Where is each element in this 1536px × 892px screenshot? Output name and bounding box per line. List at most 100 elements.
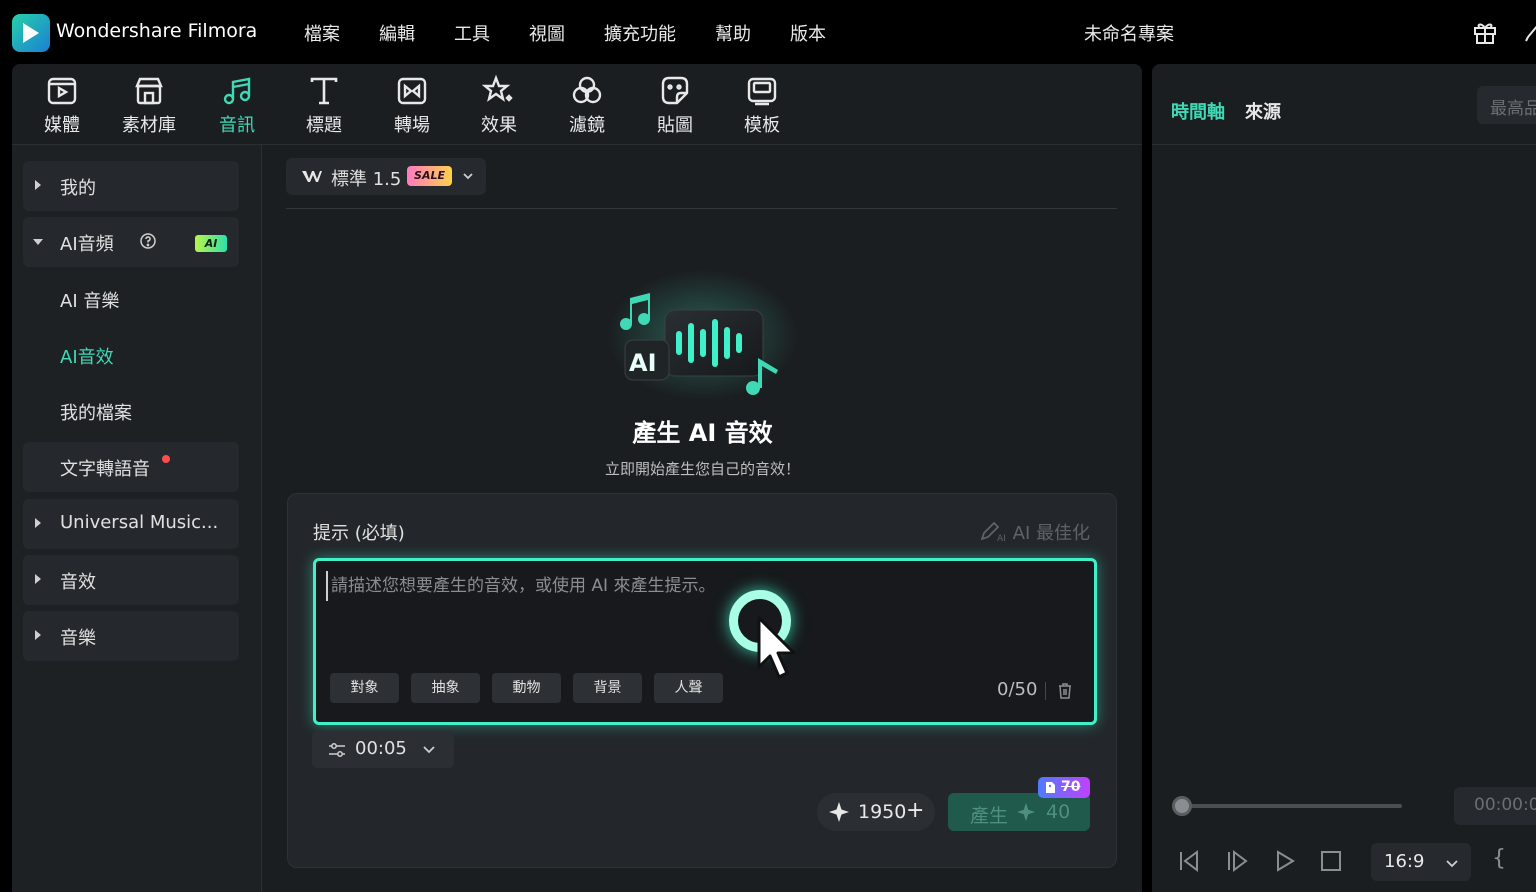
tool-audio[interactable]: 音訊	[201, 74, 273, 137]
sale-badge: SALE	[407, 166, 452, 186]
next-frame-icon[interactable]	[1224, 848, 1250, 874]
new-dot-indicator	[162, 455, 170, 463]
menu-bar: 檔案 編輯 工具 視圖 擴充功能 幫助 版本	[304, 20, 826, 46]
tool-media[interactable]: 媒體	[26, 74, 98, 137]
divider	[286, 208, 1117, 209]
sidebar-item-ai-audio[interactable]: AI音頻 AI	[23, 217, 239, 267]
prompt-card: 提示 (必填) AIAI 最佳化 對象 抽象 動物 背景 人聲 0/50	[287, 493, 1117, 868]
preview-header: 時間軸 來源 最高品	[1152, 64, 1536, 145]
transition-icon	[397, 77, 427, 105]
playback-scrubber[interactable]	[1182, 804, 1402, 808]
tool-stock[interactable]: 素材庫	[113, 74, 185, 137]
ai-sfx-content: 標準 1.5 SALE AI 產生 AI 音效 立即開始產生您自己的音效！ 提示	[263, 145, 1142, 892]
trash-icon[interactable]	[1057, 682, 1073, 700]
menu-view[interactable]: 視圖	[529, 20, 565, 46]
chevron-down-icon	[1446, 860, 1458, 868]
ai-badge: AI	[195, 235, 227, 252]
prompt-input[interactable]	[326, 571, 1086, 601]
timecode-display: 00:00:0	[1454, 787, 1536, 825]
tool-effects[interactable]: 效果	[463, 74, 535, 137]
prompt-label: 提示 (必填)	[313, 523, 405, 544]
ai-optimize-button[interactable]: AI AI 最佳化	[979, 519, 1090, 545]
effects-star-icon	[482, 74, 513, 102]
sidebar-item-tts[interactable]: 文字轉語音	[23, 442, 239, 492]
menu-help[interactable]: 幫助	[715, 20, 751, 46]
template-icon	[747, 77, 777, 106]
sidebar-item-sound-effects[interactable]: 音效	[23, 555, 239, 605]
credits-balance[interactable]: 1950 +	[817, 793, 935, 831]
chip-abstract[interactable]: 抽象	[411, 673, 480, 703]
sparkle-icon	[829, 802, 849, 822]
chevron-down-icon	[423, 746, 435, 754]
sidebar-item-my-files[interactable]: 我的檔案	[60, 399, 132, 425]
char-counter: 0/50	[997, 679, 1038, 700]
music-note-icon	[223, 77, 251, 105]
tab-timeline[interactable]: 時間軸	[1171, 98, 1225, 124]
menu-file[interactable]: 檔案	[304, 20, 340, 46]
caret-right-icon	[35, 630, 41, 640]
media-icon	[47, 77, 77, 105]
caret-down-icon	[33, 239, 43, 245]
duration-select[interactable]: 00:05	[312, 731, 454, 768]
sticker-icon	[661, 76, 689, 105]
hero-subtitle: 立即開始產生您自己的音效！	[604, 460, 800, 478]
play-icon[interactable]	[1272, 848, 1298, 874]
mark-in-icon[interactable]: {	[1492, 846, 1506, 871]
sidebar-item-ai-music[interactable]: AI 音樂	[60, 287, 119, 313]
menu-extensions[interactable]: 擴充功能	[604, 20, 676, 46]
menu-edit[interactable]: 編輯	[379, 20, 415, 46]
chip-animal[interactable]: 動物	[492, 673, 561, 703]
tab-source[interactable]: 來源	[1245, 98, 1281, 124]
tool-titles[interactable]: 標題	[288, 74, 360, 137]
chip-voice[interactable]: 人聲	[654, 673, 723, 703]
generate-button[interactable]: 產生 40	[948, 793, 1090, 831]
mouse-cursor-icon	[757, 616, 796, 679]
sidebar-item-mine[interactable]: 我的	[23, 161, 239, 211]
title-bar: Wondershare Filmora 檔案 編輯 工具 視圖 擴充功能 幫助 …	[0, 0, 1536, 64]
chip-background[interactable]: 背景	[573, 673, 642, 703]
tool-transitions[interactable]: 轉場	[376, 74, 448, 137]
project-title[interactable]: 未命名專案	[1084, 20, 1174, 46]
sparkle-icon	[1017, 803, 1035, 821]
tool-templates[interactable]: 模板	[726, 74, 798, 137]
quality-select[interactable]: 最高品	[1477, 86, 1536, 124]
svg-text:AI: AI	[629, 349, 657, 377]
menu-tools[interactable]: 工具	[454, 20, 490, 46]
help-icon[interactable]	[140, 233, 156, 249]
feedback-icon[interactable]	[1520, 19, 1536, 45]
add-credits-icon[interactable]: +	[906, 800, 924, 822]
main-panel: 媒體 素材庫 音訊 標題 轉場 效果 濾鏡 貼圖 模板 我的 AI音頻 AI A…	[12, 64, 1142, 892]
sidebar-item-music[interactable]: 音樂	[23, 611, 239, 661]
ai-audio-illustration-icon: AI	[608, 270, 798, 400]
gift-icon[interactable]	[1472, 19, 1498, 45]
menu-version[interactable]: 版本	[790, 20, 826, 46]
chevron-down-icon	[463, 173, 473, 180]
caret-right-icon	[35, 180, 41, 190]
scrubber-handle[interactable]	[1172, 796, 1192, 816]
model-select[interactable]: 標準 1.5 SALE	[286, 158, 486, 195]
previous-frame-icon[interactable]	[1176, 848, 1202, 874]
aspect-ratio-select[interactable]: 16:9	[1371, 843, 1471, 881]
app-name: Wondershare Filmora	[56, 20, 258, 42]
audio-sidebar: 我的 AI音頻 AI AI 音樂 AI音效 我的檔案 文字轉語音 Univers…	[12, 145, 262, 892]
filmora-logo-icon	[12, 14, 50, 52]
asset-toolbar: 媒體 素材庫 音訊 標題 轉場 效果 濾鏡 貼圖 模板	[12, 64, 1142, 145]
sidebar-item-universal-music[interactable]: Universal Music...	[23, 499, 239, 549]
discount-badge: 70	[1038, 777, 1090, 798]
caret-right-icon	[35, 518, 41, 528]
divider	[1045, 682, 1046, 700]
prompt-box: 對象 抽象 動物 背景 人聲 0/50	[313, 558, 1097, 725]
prompt-chip-row: 對象 抽象 動物 背景 人聲	[330, 673, 723, 703]
tool-stickers[interactable]: 貼圖	[639, 74, 711, 137]
hero-title: 產生 AI 音效	[632, 419, 773, 447]
caret-right-icon	[35, 574, 41, 584]
wondershare-logo-icon	[302, 171, 322, 182]
ai-pencil-icon: AI	[980, 521, 1005, 544]
tool-filters[interactable]: 濾鏡	[551, 74, 623, 137]
sidebar-item-ai-sfx[interactable]: AI音效	[60, 343, 114, 369]
stop-icon[interactable]	[1318, 848, 1344, 874]
sliders-icon	[329, 743, 345, 757]
preview-panel: 時間軸 來源 最高品 00:00:0 16:9 {	[1152, 64, 1536, 892]
chip-object[interactable]: 對象	[330, 673, 399, 703]
store-icon	[135, 77, 163, 105]
